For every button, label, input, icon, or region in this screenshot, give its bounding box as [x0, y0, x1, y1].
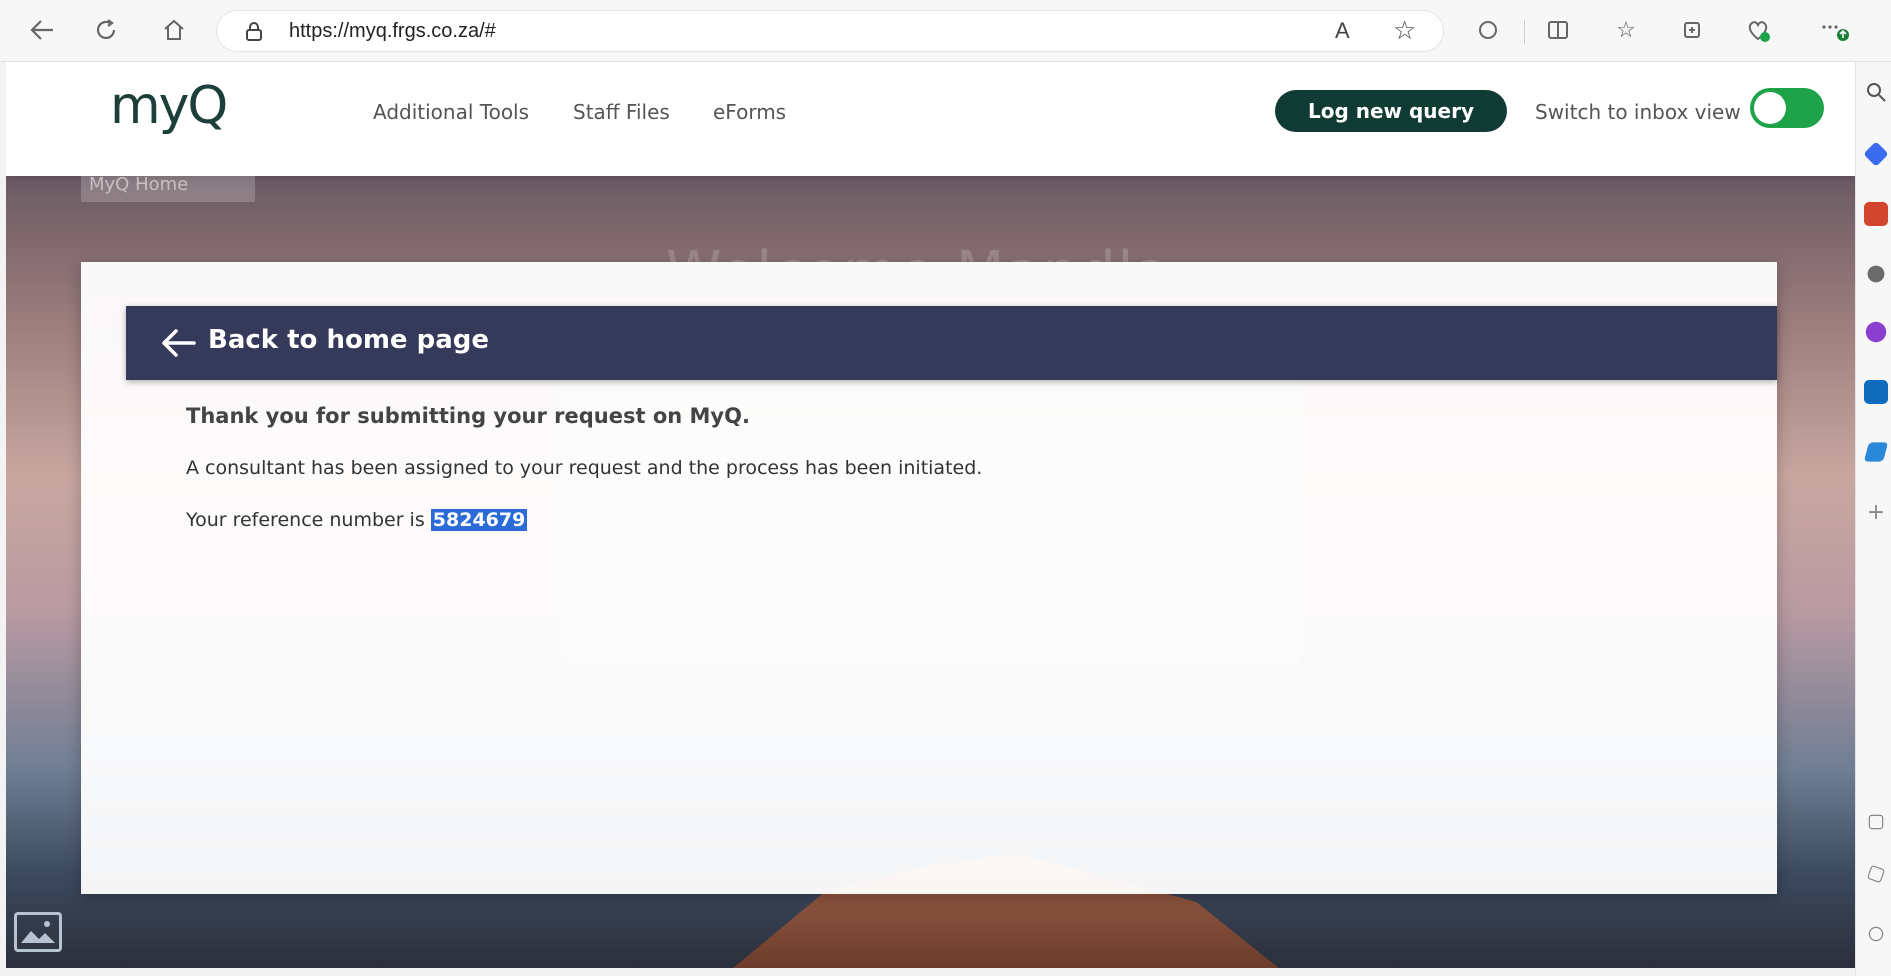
confirmation-title: Thank you for submitting your request on…	[186, 404, 750, 428]
switch-inbox-label: Switch to inbox view	[1535, 100, 1741, 124]
office-icon[interactable]	[1865, 321, 1887, 343]
browser-sidebar: +	[1855, 62, 1891, 976]
extensions-icon[interactable]	[1472, 14, 1504, 46]
favorite-star-icon[interactable]: ☆	[1393, 16, 1416, 46]
log-new-query-button[interactable]: Log new query	[1275, 90, 1507, 132]
copilot-icon[interactable]	[1863, 141, 1889, 167]
back-to-home-label[interactable]: Back to home page	[208, 325, 489, 355]
send-icon[interactable]	[1863, 442, 1889, 462]
nav-staff-files[interactable]: Staff Files	[573, 100, 670, 124]
site-header: myQ Additional Tools Staff Files eForms …	[6, 62, 1855, 176]
back-arrow-icon[interactable]	[26, 14, 58, 46]
lock-icon[interactable]	[243, 20, 265, 42]
url-text[interactable]: https://myq.frgs.co.za/#	[289, 20, 496, 43]
image-icon[interactable]	[14, 912, 62, 952]
inbox-view-toggle[interactable]	[1750, 88, 1824, 128]
home-icon[interactable]	[158, 14, 190, 46]
collections-icon[interactable]	[1676, 14, 1708, 46]
breadcrumb-myq-home[interactable]: MyQ Home	[81, 168, 255, 202]
page-viewport: myQ Additional Tools Staff Files eForms …	[6, 62, 1855, 968]
tools-icon[interactable]	[1864, 202, 1888, 226]
add-icon[interactable]: +	[1864, 500, 1888, 525]
people-icon[interactable]	[1867, 265, 1885, 283]
address-bar[interactable]: https://myq.frgs.co.za/# A ☆	[216, 10, 1444, 52]
back-to-home-bar[interactable]: Back to home page	[126, 306, 1777, 380]
more-menu-icon[interactable]	[1818, 14, 1850, 46]
back-arrow-icon[interactable]	[160, 326, 196, 360]
reference-number[interactable]: 5824679	[430, 509, 528, 531]
nav-additional-tools[interactable]: Additional Tools	[373, 100, 529, 124]
settings-icon[interactable]	[1868, 926, 1884, 942]
nav-eforms[interactable]: eForms	[713, 100, 786, 124]
refresh-icon[interactable]	[90, 14, 122, 46]
sidebar-panel-icon[interactable]	[1868, 814, 1884, 830]
toggle-knob	[1754, 92, 1786, 124]
confirmation-body: A consultant has been assigned to your r…	[186, 457, 983, 479]
myq-logo[interactable]: myQ	[110, 76, 228, 136]
toolbar-divider	[1524, 20, 1525, 44]
reference-prefix: Your reference number is	[186, 509, 431, 531]
browser-essentials-icon[interactable]	[1742, 14, 1774, 46]
browser-toolbar: https://myq.frgs.co.za/# A ☆ ☆	[0, 0, 1891, 62]
read-aloud-icon[interactable]: A	[1335, 18, 1350, 44]
split-screen-icon[interactable]	[1542, 14, 1574, 46]
search-icon[interactable]	[1864, 80, 1888, 104]
reference-line: Your reference number is 5824679	[186, 509, 528, 531]
favorites-icon[interactable]: ☆	[1610, 14, 1642, 46]
outlook-icon[interactable]	[1864, 380, 1888, 404]
external-link-icon[interactable]	[1866, 864, 1886, 884]
